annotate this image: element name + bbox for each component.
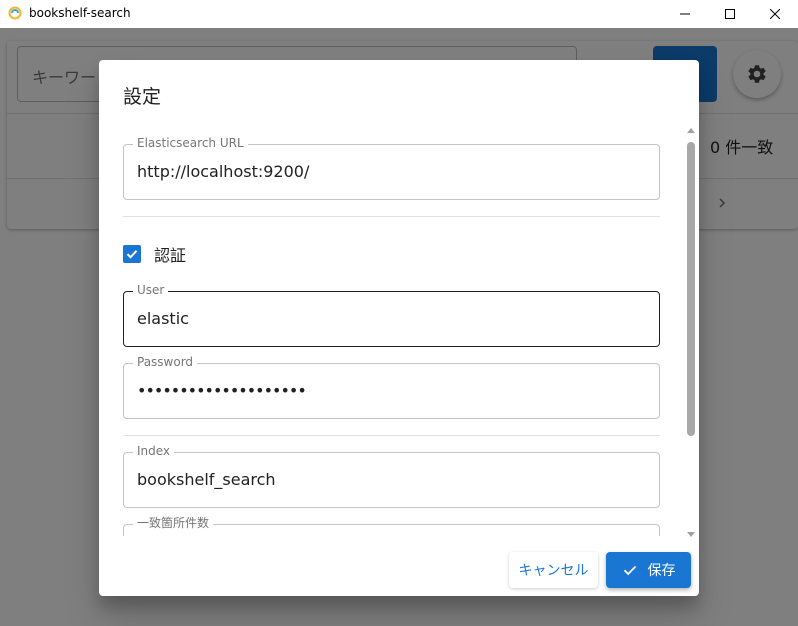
field-value: elastic	[137, 309, 189, 328]
password-field[interactable]: Password ••••••••••••••••••••	[123, 355, 660, 419]
minimize-button[interactable]	[662, 0, 708, 28]
save-button[interactable]: 保存	[606, 552, 691, 588]
field-label: Password	[133, 355, 198, 369]
close-button[interactable]	[752, 0, 798, 28]
auth-checkbox[interactable]	[123, 245, 141, 263]
check-icon	[622, 562, 638, 578]
field-label: 一致箇所件数	[133, 516, 214, 530]
field-value: http://localhost:9200/	[137, 162, 310, 181]
save-label: 保存	[647, 563, 676, 579]
field-value: ••••••••••••••••••••	[137, 381, 307, 400]
minimize-icon	[680, 13, 690, 15]
scroll-up-arrow[interactable]	[687, 128, 695, 133]
match-count-field[interactable]: 一致箇所件数	[123, 516, 660, 536]
maximize-icon	[725, 9, 735, 19]
window-title: bookshelf-search	[29, 6, 131, 20]
check-icon	[126, 250, 138, 259]
elasticsearch-url-field[interactable]: Elasticsearch URL http://localhost:9200/	[123, 136, 660, 200]
field-value: bookshelf_search	[137, 470, 276, 489]
scrollbar-thumb[interactable]	[687, 142, 695, 436]
auth-checkbox-row[interactable]: 認証	[123, 244, 187, 265]
scroll-down-arrow[interactable]	[687, 532, 695, 537]
app-icon	[8, 6, 22, 20]
dialog-title: 設定	[123, 86, 162, 108]
cancel-button[interactable]: キャンセル	[509, 552, 598, 588]
window-titlebar: bookshelf-search	[0, 0, 798, 28]
divider	[123, 216, 660, 217]
maximize-button[interactable]	[707, 0, 753, 28]
field-label: Index	[133, 444, 175, 458]
settings-dialog: 設定 Elasticsearch URL http://localhost:92…	[99, 60, 699, 596]
field-label: Elasticsearch URL	[133, 136, 248, 150]
field-label: User	[133, 283, 169, 297]
user-field[interactable]: User elastic	[123, 283, 660, 347]
auth-label: 認証	[154, 246, 187, 265]
close-icon	[770, 9, 780, 19]
divider	[123, 435, 660, 436]
dialog-content: Elasticsearch URL http://localhost:9200/…	[99, 130, 699, 536]
index-field[interactable]: Index bookshelf_search	[123, 444, 660, 508]
